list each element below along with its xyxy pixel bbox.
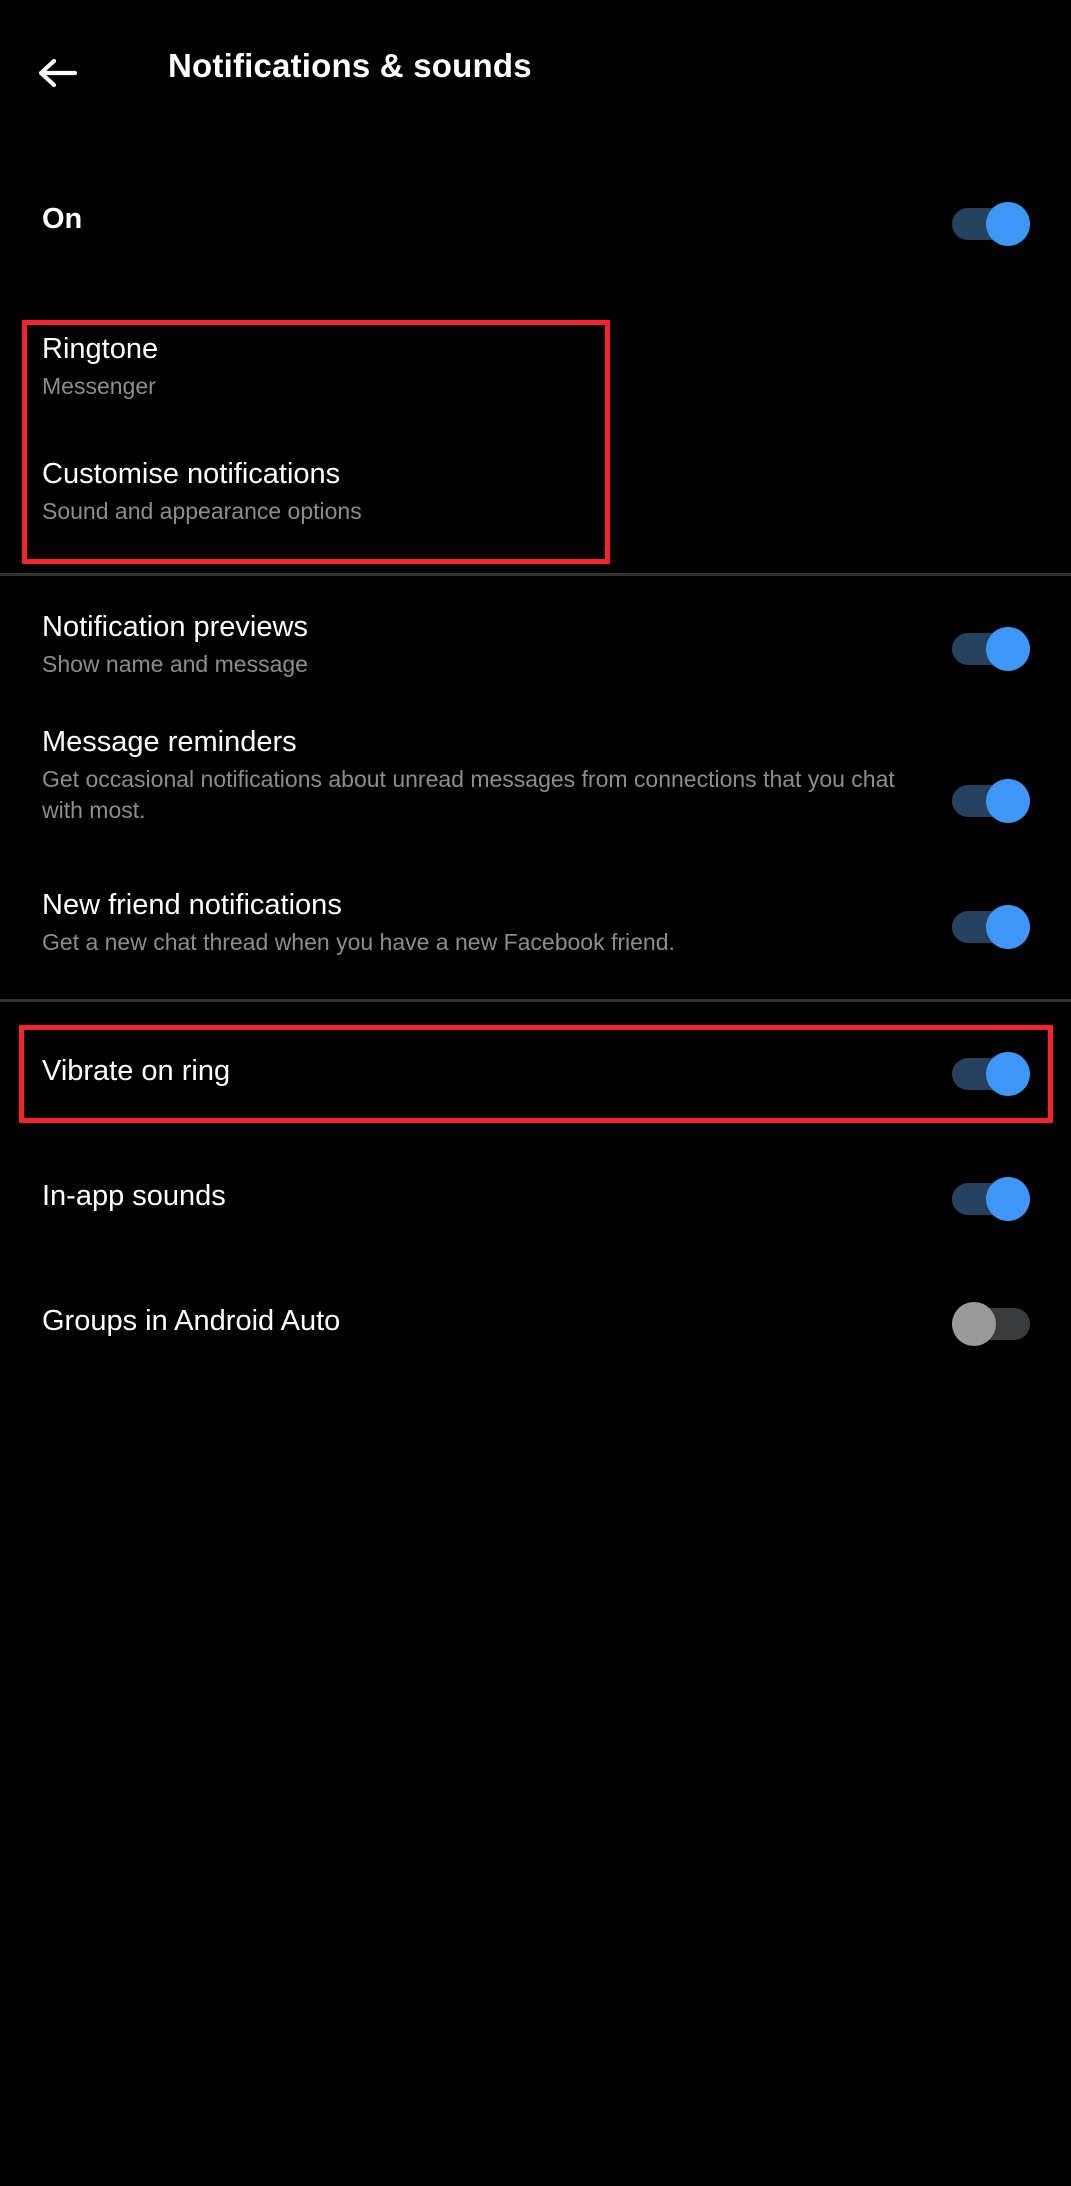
- customise-notifications-label: Customise notifications: [42, 458, 341, 490]
- toggle-thumb: [986, 905, 1030, 949]
- ringtone-value: Messenger: [42, 373, 156, 399]
- ringtone-label: Ringtone: [42, 333, 159, 365]
- row-in-app-sounds[interactable]: In-app sounds: [0, 1177, 1071, 1225]
- notification-previews-sublabel: Show name and message: [42, 651, 308, 677]
- row-master-notifications[interactable]: On: [0, 186, 1071, 262]
- row-new-friend-notifications[interactable]: New friend notifications Get a new chat …: [0, 886, 1071, 978]
- master-notifications-toggle[interactable]: [952, 202, 1030, 246]
- arrow-left-icon: [35, 51, 79, 95]
- message-reminders-toggle[interactable]: [952, 779, 1030, 823]
- page-title: Notifications & sounds: [168, 47, 532, 84]
- notification-previews-label: Notification previews: [42, 611, 308, 643]
- toggle-thumb: [952, 1302, 996, 1346]
- row-notification-previews[interactable]: Notification previews Show name and mess…: [0, 608, 1071, 700]
- row-message-reminders[interactable]: Message reminders Get occasional notific…: [0, 723, 1071, 847]
- row-vibrate-on-ring[interactable]: Vibrate on ring: [0, 1052, 1071, 1100]
- row-customise-notifications[interactable]: Customise notifications Sound and appear…: [0, 455, 1071, 547]
- row-ringtone[interactable]: Ringtone Messenger: [0, 330, 1071, 422]
- app-bar: Notifications & sounds: [0, 0, 1071, 145]
- message-reminders-label: Message reminders: [42, 726, 297, 758]
- customise-notifications-sublabel: Sound and appearance options: [42, 498, 362, 524]
- new-friend-notifications-sublabel: Get a new chat thread when you have a ne…: [42, 929, 675, 955]
- vibrate-on-ring-toggle[interactable]: [952, 1052, 1030, 1096]
- notification-previews-toggle[interactable]: [952, 627, 1030, 671]
- row-groups-in-android-auto[interactable]: Groups in Android Auto: [0, 1302, 1071, 1350]
- toggle-thumb: [986, 779, 1030, 823]
- new-friend-notifications-toggle[interactable]: [952, 905, 1030, 949]
- toggle-thumb: [986, 202, 1030, 246]
- toggle-thumb: [986, 627, 1030, 671]
- groups-in-android-auto-toggle[interactable]: [952, 1302, 1030, 1346]
- section-divider: [0, 573, 1071, 576]
- master-notifications-label: On: [42, 203, 83, 235]
- message-reminders-sublabel: Get occasional notifications about unrea…: [42, 766, 895, 823]
- vibrate-on-ring-label: Vibrate on ring: [42, 1055, 231, 1087]
- toggle-thumb: [986, 1177, 1030, 1221]
- in-app-sounds-label: In-app sounds: [42, 1180, 226, 1212]
- in-app-sounds-toggle[interactable]: [952, 1177, 1030, 1221]
- groups-in-android-auto-label: Groups in Android Auto: [42, 1305, 341, 1337]
- section-divider: [0, 999, 1071, 1002]
- new-friend-notifications-label: New friend notifications: [42, 889, 342, 921]
- back-button[interactable]: [24, 40, 90, 106]
- toggle-thumb: [986, 1052, 1030, 1096]
